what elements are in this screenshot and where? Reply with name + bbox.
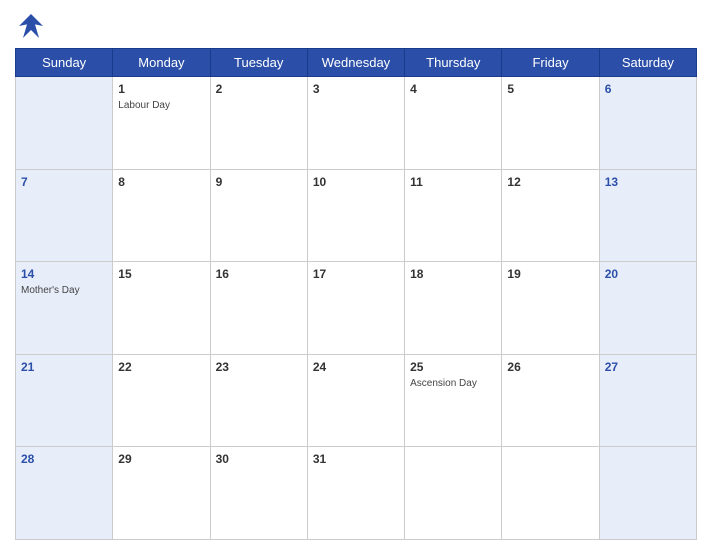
calendar-cell: 22	[113, 354, 210, 447]
calendar-cell: 30	[210, 447, 307, 540]
calendar-cell	[599, 447, 696, 540]
calendar-cell: 18	[405, 262, 502, 355]
calendar-cell: 4	[405, 77, 502, 170]
calendar-table: SundayMondayTuesdayWednesdayThursdayFrid…	[15, 48, 697, 540]
calendar-week-5: 28 29 30 31	[16, 447, 697, 540]
day-number: 14	[21, 267, 34, 281]
calendar-cell	[405, 447, 502, 540]
calendar-cell: 11	[405, 169, 502, 262]
calendar-cell	[16, 77, 113, 170]
col-header-thursday: Thursday	[405, 49, 502, 77]
calendar-cell: 19	[502, 262, 599, 355]
logo-bird-icon	[15, 10, 47, 42]
calendar-cell: 27	[599, 354, 696, 447]
day-number: 24	[313, 360, 326, 374]
day-number: 16	[216, 267, 229, 281]
col-header-friday: Friday	[502, 49, 599, 77]
calendar-cell: 14 Mother's Day	[16, 262, 113, 355]
day-number: 6	[605, 82, 612, 96]
day-number: 22	[118, 360, 131, 374]
calendar-week-4: 21 22 23 24 25 Ascension Day 26 27	[16, 354, 697, 447]
col-header-tuesday: Tuesday	[210, 49, 307, 77]
calendar-cell: 10	[307, 169, 404, 262]
day-number: 30	[216, 452, 229, 466]
calendar-cell: 5	[502, 77, 599, 170]
calendar-cell: 6	[599, 77, 696, 170]
calendar-cell: 31	[307, 447, 404, 540]
calendar-cell: 23	[210, 354, 307, 447]
calendar-week-1: 1 Labour Day 2 3 4 5 6	[16, 77, 697, 170]
holiday-label: Ascension Day	[410, 378, 496, 389]
holiday-label: Labour Day	[118, 100, 204, 111]
col-header-sunday: Sunday	[16, 49, 113, 77]
day-number: 1	[118, 82, 125, 96]
day-number: 31	[313, 452, 326, 466]
calendar-week-3: 14 Mother's Day 15 16 17 18 19 20	[16, 262, 697, 355]
calendar-cell: 29	[113, 447, 210, 540]
page-header	[15, 10, 697, 42]
calendar-header-row: SundayMondayTuesdayWednesdayThursdayFrid…	[16, 49, 697, 77]
col-header-saturday: Saturday	[599, 49, 696, 77]
day-number: 18	[410, 267, 423, 281]
day-number: 2	[216, 82, 223, 96]
logo	[15, 10, 51, 42]
calendar-cell: 9	[210, 169, 307, 262]
calendar-cell: 15	[113, 262, 210, 355]
day-number: 29	[118, 452, 131, 466]
calendar-cell: 25 Ascension Day	[405, 354, 502, 447]
col-header-monday: Monday	[113, 49, 210, 77]
day-number: 8	[118, 175, 125, 189]
calendar-cell: 7	[16, 169, 113, 262]
day-number: 28	[21, 452, 34, 466]
calendar-cell: 28	[16, 447, 113, 540]
day-number: 7	[21, 175, 28, 189]
calendar-cell: 20	[599, 262, 696, 355]
day-number: 27	[605, 360, 618, 374]
day-number: 13	[605, 175, 618, 189]
day-number: 19	[507, 267, 520, 281]
calendar-cell: 24	[307, 354, 404, 447]
day-number: 23	[216, 360, 229, 374]
calendar-cell: 12	[502, 169, 599, 262]
day-number: 10	[313, 175, 326, 189]
day-number: 12	[507, 175, 520, 189]
calendar-week-2: 7 8 9 10 11 12 13	[16, 169, 697, 262]
col-header-wednesday: Wednesday	[307, 49, 404, 77]
calendar-cell: 26	[502, 354, 599, 447]
day-number: 25	[410, 360, 423, 374]
day-number: 15	[118, 267, 131, 281]
holiday-label: Mother's Day	[21, 285, 107, 296]
day-number: 11	[410, 175, 423, 189]
calendar-cell: 13	[599, 169, 696, 262]
day-number: 9	[216, 175, 223, 189]
calendar-cell	[502, 447, 599, 540]
day-number: 20	[605, 267, 618, 281]
calendar-cell: 1 Labour Day	[113, 77, 210, 170]
day-number: 4	[410, 82, 417, 96]
day-number: 3	[313, 82, 320, 96]
calendar-cell: 17	[307, 262, 404, 355]
day-number: 26	[507, 360, 520, 374]
calendar-cell: 16	[210, 262, 307, 355]
day-number: 17	[313, 267, 326, 281]
day-number: 5	[507, 82, 514, 96]
day-number: 21	[21, 360, 34, 374]
calendar-cell: 3	[307, 77, 404, 170]
calendar-cell: 8	[113, 169, 210, 262]
calendar-cell: 21	[16, 354, 113, 447]
calendar-cell: 2	[210, 77, 307, 170]
